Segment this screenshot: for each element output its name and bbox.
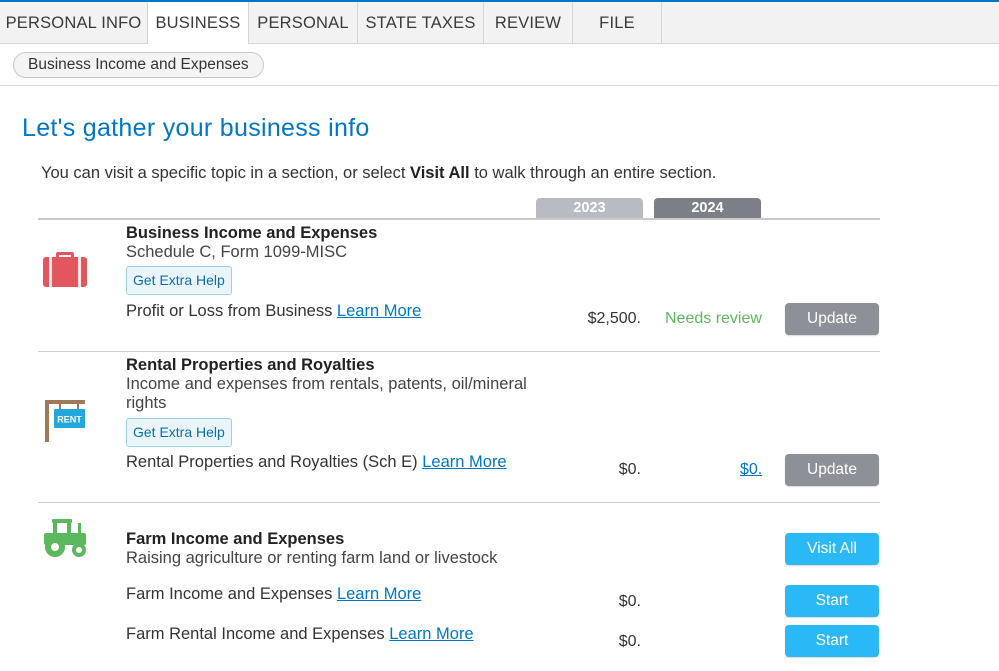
section-subtitle-rental-line1: Income and expenses from rentals, patent… xyxy=(126,375,527,393)
amount-2023: $2,500. xyxy=(587,310,641,327)
section-title-farm: Farm Income and Expenses xyxy=(126,530,345,548)
item-label: Farm Rental Income and Expenses xyxy=(126,625,385,643)
section-subtitle-business: Schedule C, Form 1099-MISC xyxy=(126,243,348,261)
table-top-divider xyxy=(38,218,880,220)
rent-sign-text: RENT xyxy=(57,415,82,425)
learn-more-link[interactable]: Learn More xyxy=(337,302,421,320)
update-button-rental[interactable]: Update xyxy=(785,454,879,486)
tab-review[interactable]: REVIEW xyxy=(484,2,573,44)
intro-text-start: You can visit a specific topic in a sect… xyxy=(41,164,410,182)
item-label: Profit or Loss from Business xyxy=(126,302,333,320)
item-farm-rental: Farm Rental Income and Expenses Learn Mo… xyxy=(126,625,474,644)
start-button-farm-rental[interactable]: Start xyxy=(785,625,879,657)
tab-business[interactable]: BUSINESS xyxy=(148,2,249,45)
item-profit-loss: Profit or Loss from Business Learn More xyxy=(126,302,421,321)
tab-state-taxes[interactable]: STATE TAXES xyxy=(358,2,484,44)
learn-more-link[interactable]: Learn More xyxy=(389,625,473,643)
briefcase-icon xyxy=(43,244,87,293)
tab-file[interactable]: FILE xyxy=(573,2,662,44)
rent-sign-icon: RENT xyxy=(43,399,87,448)
page-title: Let's gather your business info xyxy=(22,114,370,142)
amount-2024-link[interactable]: $0. xyxy=(740,461,762,479)
item-label: Rental Properties and Royalties (Sch E) xyxy=(126,453,418,471)
section-subtitle-farm: Raising agriculture or renting farm land… xyxy=(126,549,498,567)
item-farm-income: Farm Income and Expenses Learn More xyxy=(126,585,421,604)
visit-all-button[interactable]: Visit All xyxy=(785,533,879,565)
amount-2023: $0. xyxy=(618,461,641,478)
section-divider xyxy=(38,502,880,503)
learn-more-link[interactable]: Learn More xyxy=(422,453,506,471)
section-divider xyxy=(38,351,880,352)
update-button-business[interactable]: Update xyxy=(785,303,879,335)
tab-personal[interactable]: PERSONAL xyxy=(249,2,358,44)
start-button-farm-income[interactable]: Start xyxy=(785,585,879,617)
item-label: Farm Income and Expenses xyxy=(126,585,333,603)
breadcrumb-item[interactable]: Business Income and Expenses xyxy=(13,52,264,78)
tractor-icon xyxy=(42,517,90,564)
status-needs-review: Needs review xyxy=(665,310,762,327)
get-extra-help-button-business[interactable]: Get Extra Help xyxy=(126,266,232,295)
tab-bar-filler xyxy=(662,2,999,44)
intro-text-bold: Visit All xyxy=(410,164,470,182)
section-title-rental: Rental Properties and Royalties xyxy=(126,356,375,374)
get-extra-help-button-rental[interactable]: Get Extra Help xyxy=(126,418,232,447)
intro-text-end: to walk through an entire section. xyxy=(469,164,717,182)
section-subtitle-rental-line2: rights xyxy=(126,394,167,412)
item-rental-properties: Rental Properties and Royalties (Sch E) … xyxy=(126,453,507,472)
intro-text: You can visit a specific topic in a sect… xyxy=(41,164,716,183)
year-header-2024: 2024 xyxy=(654,198,761,219)
year-header-2023: 2023 xyxy=(536,198,643,219)
tab-personal-info[interactable]: PERSONAL INFO xyxy=(0,2,148,44)
amount-2023: $0. xyxy=(618,633,641,650)
learn-more-link[interactable]: Learn More xyxy=(337,585,421,603)
amount-2023: $0. xyxy=(618,593,641,610)
section-title-business: Business Income and Expenses xyxy=(126,224,378,242)
breadcrumb: Business Income and Expenses xyxy=(0,44,999,86)
tab-bar: PERSONAL INFO BUSINESS PERSONAL STATE TA… xyxy=(0,2,999,45)
